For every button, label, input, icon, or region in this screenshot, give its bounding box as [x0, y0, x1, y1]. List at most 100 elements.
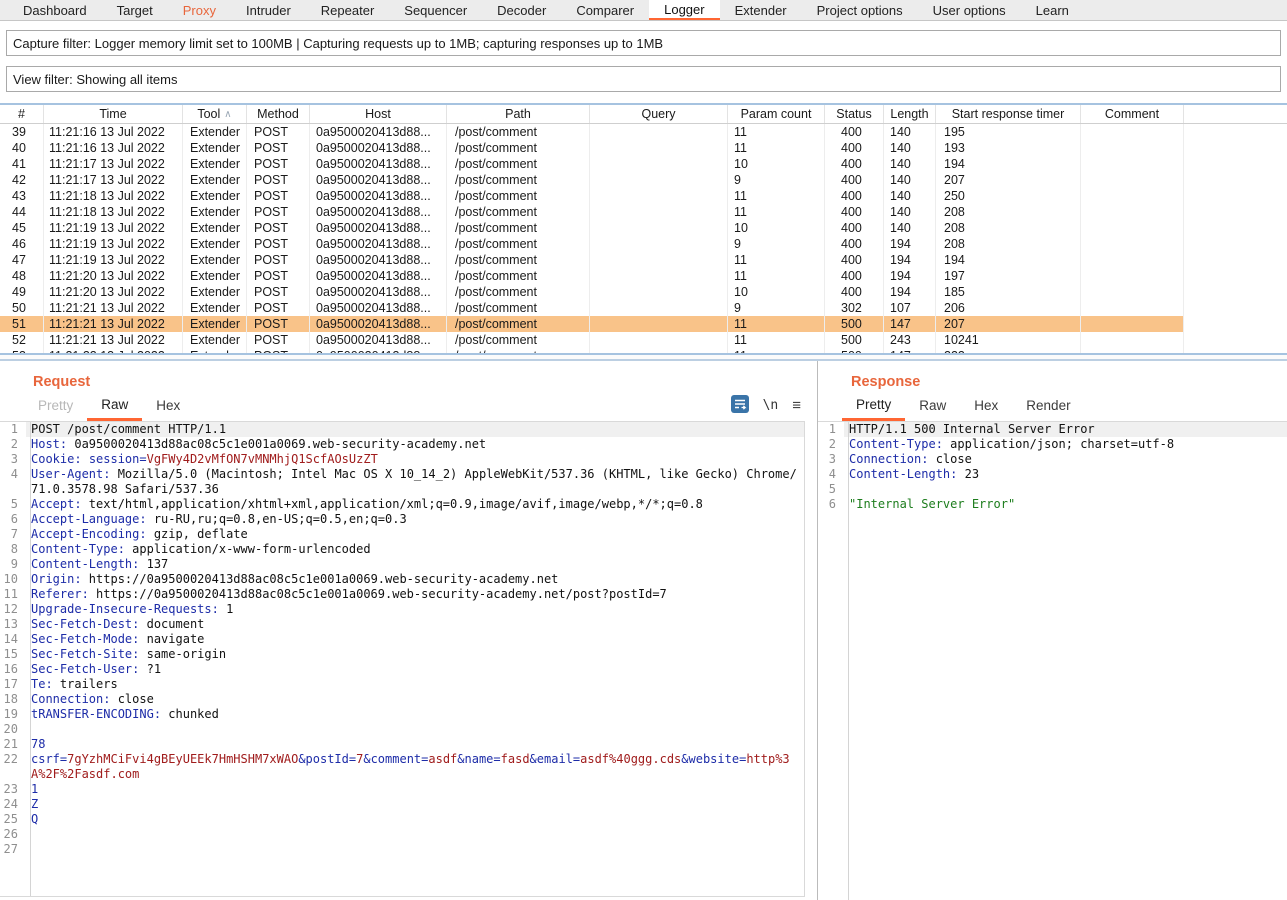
- table-row[interactable]: 3911:21:16 13 Jul 2022ExtenderPOST0a9500…: [0, 124, 1287, 140]
- nonprintable-toggle-icon[interactable]: [731, 395, 749, 416]
- newline-icon[interactable]: \n: [763, 398, 779, 413]
- code-line: 24Z: [0, 797, 804, 812]
- code-line: 18Connection: close: [0, 692, 804, 707]
- table-row[interactable]: 5211:21:21 13 Jul 2022ExtenderPOST0a9500…: [0, 332, 1287, 348]
- capture-filter-text: Capture filter: Logger memory limit set …: [13, 36, 663, 51]
- code-line: 15Sec-Fetch-Site: same-origin: [0, 647, 804, 662]
- code-line: 22csrf=7gYzhMCiFvi4gBEyUEEk7HmHSHM7xWAO&…: [0, 752, 804, 782]
- response-tab-raw[interactable]: Raw: [905, 390, 960, 421]
- code-line: 16Sec-Fetch-User: ?1: [0, 662, 804, 677]
- code-line: 2Host: 0a9500020413d88ac08c5c1e001a0069.…: [0, 437, 804, 452]
- table-row[interactable]: 4911:21:20 13 Jul 2022ExtenderPOST0a9500…: [0, 284, 1287, 300]
- table-row[interactable]: 4111:21:17 13 Jul 2022ExtenderPOST0a9500…: [0, 156, 1287, 172]
- code-line: 17Te: trailers: [0, 677, 804, 692]
- menu-icon[interactable]: ≡: [792, 397, 801, 414]
- tab-logger[interactable]: Logger: [649, 0, 719, 20]
- code-line: 231: [0, 782, 804, 797]
- code-line: 14Sec-Fetch-Mode: navigate: [0, 632, 804, 647]
- tab-repeater[interactable]: Repeater: [306, 0, 389, 20]
- tab-intruder[interactable]: Intruder: [231, 0, 306, 20]
- code-line: 20: [0, 722, 804, 737]
- response-panel: Response PrettyRawHexRender 1HTTP/1.1 50…: [818, 361, 1287, 900]
- tab-comparer[interactable]: Comparer: [561, 0, 649, 20]
- sort-asc-icon: ∧: [224, 109, 231, 120]
- table-row[interactable]: 4811:21:20 13 Jul 2022ExtenderPOST0a9500…: [0, 268, 1287, 284]
- tab-extender[interactable]: Extender: [720, 0, 802, 20]
- column-header-host[interactable]: Host: [310, 105, 447, 123]
- column-header-[interactable]: #: [0, 105, 44, 123]
- tab-sequencer[interactable]: Sequencer: [389, 0, 482, 20]
- tab-decoder[interactable]: Decoder: [482, 0, 561, 20]
- log-table: #TimeTool∧MethodHostPathQueryParam count…: [0, 103, 1287, 353]
- table-row[interactable]: 4711:21:19 13 Jul 2022ExtenderPOST0a9500…: [0, 252, 1287, 268]
- code-line: 2178: [0, 737, 804, 752]
- code-line: 26: [0, 827, 804, 842]
- tab-target[interactable]: Target: [102, 0, 168, 20]
- column-header-param-count[interactable]: Param count: [728, 105, 825, 123]
- request-tab-pretty[interactable]: Pretty: [24, 390, 87, 421]
- code-line: 13Sec-Fetch-Dest: document: [0, 617, 804, 632]
- table-row[interactable]: 5011:21:21 13 Jul 2022ExtenderPOST0a9500…: [0, 300, 1287, 316]
- column-header-start-response-timer[interactable]: Start response timer: [936, 105, 1081, 123]
- code-line: 8Content-Type: application/x-www-form-ur…: [0, 542, 804, 557]
- response-subtabs: PrettyRawHexRender: [818, 390, 1287, 421]
- response-title: Response: [818, 361, 1287, 390]
- log-table-body: 3911:21:16 13 Jul 2022ExtenderPOST0a9500…: [0, 124, 1287, 353]
- message-editors: Request PrettyRawHex \n ≡ 1POST /post/co…: [0, 361, 1287, 900]
- code-line: 10Origin: https://0a9500020413d88ac08c5c…: [0, 572, 804, 587]
- table-row[interactable]: 4411:21:18 13 Jul 2022ExtenderPOST0a9500…: [0, 204, 1287, 220]
- code-line: 11Referer: https://0a9500020413d88ac08c5…: [0, 587, 804, 602]
- code-line: 4User-Agent: Mozilla/5.0 (Macintosh; Int…: [0, 467, 804, 497]
- code-line: 27: [0, 842, 804, 857]
- response-tab-render[interactable]: Render: [1012, 390, 1084, 421]
- request-tab-hex[interactable]: Hex: [142, 390, 194, 421]
- code-line: 1POST /post/comment HTTP/1.1: [0, 422, 804, 437]
- code-line: 9Content-Length: 137: [0, 557, 804, 572]
- tab-user-options[interactable]: User options: [918, 0, 1021, 20]
- view-filter-text: View filter: Showing all items: [13, 72, 178, 87]
- request-editor[interactable]: 1POST /post/comment HTTP/1.12Host: 0a950…: [0, 421, 805, 897]
- column-header-tool[interactable]: Tool∧: [183, 105, 247, 123]
- code-line: 7Accept-Encoding: gzip, deflate: [0, 527, 804, 542]
- request-subtabs: PrettyRawHex \n ≡: [0, 390, 817, 421]
- code-line: 3Connection: close: [818, 452, 1287, 467]
- code-line: 3Cookie: session=VgFWy4D2vMfON7vMNMhjQ1S…: [0, 452, 804, 467]
- request-panel: Request PrettyRawHex \n ≡ 1POST /post/co…: [0, 361, 818, 900]
- column-header-comment[interactable]: Comment: [1081, 105, 1184, 123]
- tab-learn[interactable]: Learn: [1021, 0, 1084, 20]
- table-row[interactable]: 4311:21:18 13 Jul 2022ExtenderPOST0a9500…: [0, 188, 1287, 204]
- burp-logger-window: DashboardTargetProxyIntruderRepeaterSequ…: [0, 0, 1287, 900]
- code-line: 19tRANSFER-ENCODING: chunked: [0, 707, 804, 722]
- table-row[interactable]: 5111:21:21 13 Jul 2022ExtenderPOST0a9500…: [0, 316, 1287, 332]
- request-tab-raw[interactable]: Raw: [87, 390, 142, 421]
- tab-proxy[interactable]: Proxy: [168, 0, 231, 20]
- code-line: 6"Internal Server Error": [818, 497, 1287, 512]
- table-row[interactable]: 4211:21:17 13 Jul 2022ExtenderPOST0a9500…: [0, 172, 1287, 188]
- horizontal-splitter[interactable]: [0, 353, 1287, 361]
- code-line: 6Accept-Language: ru-RU,ru;q=0.8,en-US;q…: [0, 512, 804, 527]
- response-tab-pretty[interactable]: Pretty: [842, 390, 905, 421]
- capture-filter-bar[interactable]: Capture filter: Logger memory limit set …: [6, 30, 1281, 56]
- code-line: 25Q: [0, 812, 804, 827]
- table-row[interactable]: 4611:21:19 13 Jul 2022ExtenderPOST0a9500…: [0, 236, 1287, 252]
- column-header-time[interactable]: Time: [44, 105, 183, 123]
- column-header-length[interactable]: Length: [884, 105, 936, 123]
- response-tab-hex[interactable]: Hex: [960, 390, 1012, 421]
- column-header-status[interactable]: Status: [825, 105, 884, 123]
- table-row[interactable]: 4511:21:19 13 Jul 2022ExtenderPOST0a9500…: [0, 220, 1287, 236]
- code-line: 12Upgrade-Insecure-Requests: 1: [0, 602, 804, 617]
- column-header-path[interactable]: Path: [447, 105, 590, 123]
- view-filter-bar[interactable]: View filter: Showing all items: [6, 66, 1281, 92]
- code-line: 4Content-Length: 23: [818, 467, 1287, 482]
- column-header-filler: [1184, 105, 1287, 123]
- tab-dashboard[interactable]: Dashboard: [8, 0, 102, 20]
- main-tab-bar: DashboardTargetProxyIntruderRepeaterSequ…: [0, 0, 1287, 21]
- column-header-query[interactable]: Query: [590, 105, 728, 123]
- response-editor[interactable]: 1HTTP/1.1 500 Internal Server Error2Cont…: [818, 421, 1287, 900]
- column-header-method[interactable]: Method: [247, 105, 310, 123]
- code-line: 5: [818, 482, 1287, 497]
- code-line: 2Content-Type: application/json; charset…: [818, 437, 1287, 452]
- tab-project-options[interactable]: Project options: [802, 0, 918, 20]
- request-header-icons: \n ≡: [731, 390, 817, 421]
- table-row[interactable]: 4011:21:16 13 Jul 2022ExtenderPOST0a9500…: [0, 140, 1287, 156]
